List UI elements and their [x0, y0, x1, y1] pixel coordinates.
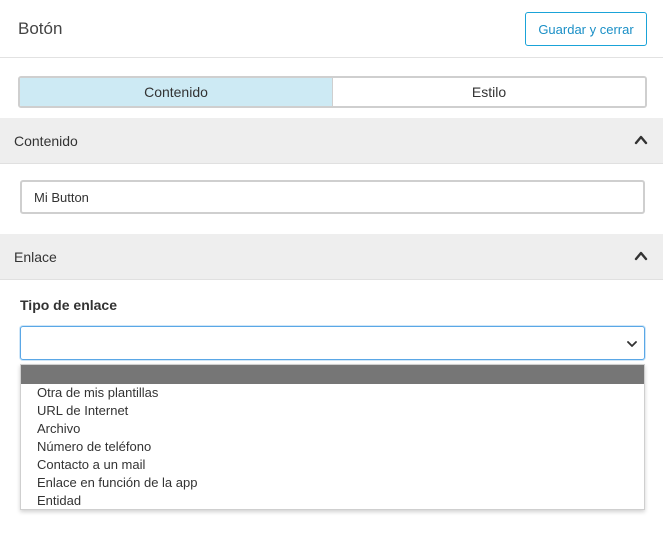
chevron-down-icon	[627, 341, 637, 347]
dropdown-option-phone[interactable]: Número de teléfono	[21, 438, 644, 456]
save-and-close-button[interactable]: Guardar y cerrar	[525, 12, 647, 46]
content-text-input[interactable]	[20, 180, 645, 214]
section-link-header[interactable]: Enlace	[0, 234, 663, 280]
dropdown-option-entity[interactable]: Entidad	[21, 492, 644, 510]
chevron-up-icon[interactable]	[633, 132, 649, 148]
dropdown-option-empty-highlighted[interactable]	[21, 365, 644, 384]
tab-bar: Contenido Estilo	[18, 76, 647, 108]
dropdown-option-template[interactable]: Otra de mis plantillas	[21, 384, 644, 402]
tab-style[interactable]: Estilo	[332, 78, 645, 106]
section-content-title: Contenido	[14, 133, 78, 149]
link-type-dropdown-list: Otra de mis plantillas URL de Internet A…	[20, 364, 645, 510]
dropdown-option-file[interactable]: Archivo	[21, 420, 644, 438]
dropdown-option-mail[interactable]: Contacto a un mail	[21, 456, 644, 474]
section-content-header[interactable]: Contenido	[0, 118, 663, 164]
chevron-up-icon[interactable]	[633, 248, 649, 264]
section-link-title: Enlace	[14, 249, 57, 265]
link-type-select[interactable]	[20, 326, 645, 360]
panel-header: Botón Guardar y cerrar	[0, 0, 663, 58]
dropdown-option-app-link[interactable]: Enlace en función de la app	[21, 474, 644, 492]
tab-content[interactable]: Contenido	[20, 78, 332, 106]
dropdown-option-url[interactable]: URL de Internet	[21, 402, 644, 420]
link-type-label: Tipo de enlace	[20, 297, 117, 313]
panel-title: Botón	[18, 19, 63, 38]
